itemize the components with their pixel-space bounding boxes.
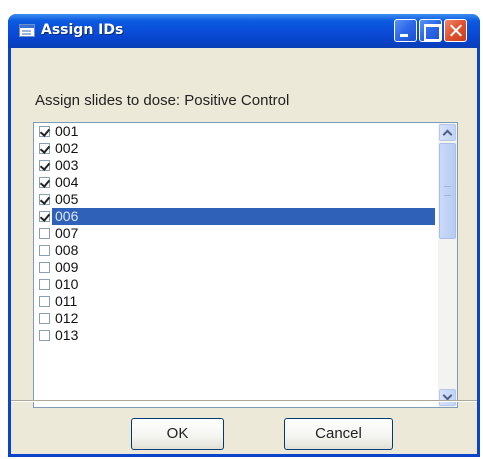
- title-bar[interactable]: Assign IDs: [8, 14, 480, 48]
- item-label: 005: [55, 191, 79, 207]
- ok-button[interactable]: OK: [131, 418, 224, 450]
- list-item[interactable]: 004: [36, 174, 436, 191]
- item-checkbox[interactable]: [39, 194, 50, 205]
- item-label: 013: [55, 327, 79, 343]
- cancel-button[interactable]: Cancel: [284, 418, 393, 450]
- item-checkbox[interactable]: [39, 143, 50, 154]
- item-checkbox[interactable]: [39, 313, 50, 324]
- chevron-up-icon[interactable]: [439, 124, 456, 141]
- item-checkbox[interactable]: [39, 279, 50, 290]
- slide-list-items: 001 002 003 004 005 006 007 008 009 010 011 012 013: [36, 123, 438, 344]
- item-checkbox[interactable]: [39, 296, 50, 307]
- dialog-body: Assign slides to dose: Positive Control …: [11, 48, 477, 454]
- item-label: 011: [55, 293, 78, 309]
- window-title: Assign IDs: [41, 22, 124, 38]
- item-checkbox[interactable]: [39, 160, 50, 171]
- minimize-icon[interactable]: [394, 19, 417, 42]
- item-checkbox[interactable]: [39, 228, 50, 239]
- item-label: 010: [55, 276, 79, 292]
- list-item[interactable]: 007: [36, 225, 436, 242]
- list-item[interactable]: 006: [36, 208, 436, 225]
- maximize-icon[interactable]: [419, 19, 442, 42]
- list-item[interactable]: 001: [36, 123, 436, 140]
- dialog-window: Assign IDs Assign slides to dose: Positi…: [8, 14, 480, 457]
- item-label: 006: [52, 208, 435, 225]
- close-icon[interactable]: [444, 19, 467, 42]
- item-checkbox[interactable]: [39, 177, 50, 188]
- dose-prompt: Assign slides to dose: Positive Control: [35, 92, 290, 109]
- button-separator: [11, 400, 477, 402]
- item-label: 007: [55, 225, 79, 241]
- list-item[interactable]: 013: [36, 327, 436, 344]
- item-label: 001: [55, 123, 79, 139]
- item-label: 008: [55, 242, 79, 258]
- vertical-scrollbar[interactable]: [438, 123, 457, 407]
- window-icon: [19, 24, 35, 37]
- scrollbar-thumb[interactable]: [439, 143, 456, 239]
- item-checkbox[interactable]: [39, 330, 50, 341]
- item-label: 002: [55, 140, 79, 156]
- item-checkbox[interactable]: [39, 245, 50, 256]
- list-item[interactable]: 002: [36, 140, 436, 157]
- list-item[interactable]: 005: [36, 191, 436, 208]
- list-item[interactable]: 012: [36, 310, 436, 327]
- item-label: 003: [55, 157, 79, 173]
- list-item[interactable]: 008: [36, 242, 436, 259]
- item-label: 012: [55, 310, 79, 326]
- item-label: 004: [55, 174, 79, 190]
- item-checkbox[interactable]: [39, 211, 50, 222]
- list-item[interactable]: 009: [36, 259, 436, 276]
- list-item[interactable]: 011: [36, 293, 436, 310]
- item-checkbox[interactable]: [39, 262, 50, 273]
- list-item[interactable]: 003: [36, 157, 436, 174]
- chevron-down-icon[interactable]: [439, 389, 456, 406]
- slide-list[interactable]: 001 002 003 004 005 006 007 008 009 010 011 012 013: [33, 122, 458, 408]
- item-checkbox[interactable]: [39, 126, 50, 137]
- list-item[interactable]: 010: [36, 276, 436, 293]
- item-label: 009: [55, 259, 79, 275]
